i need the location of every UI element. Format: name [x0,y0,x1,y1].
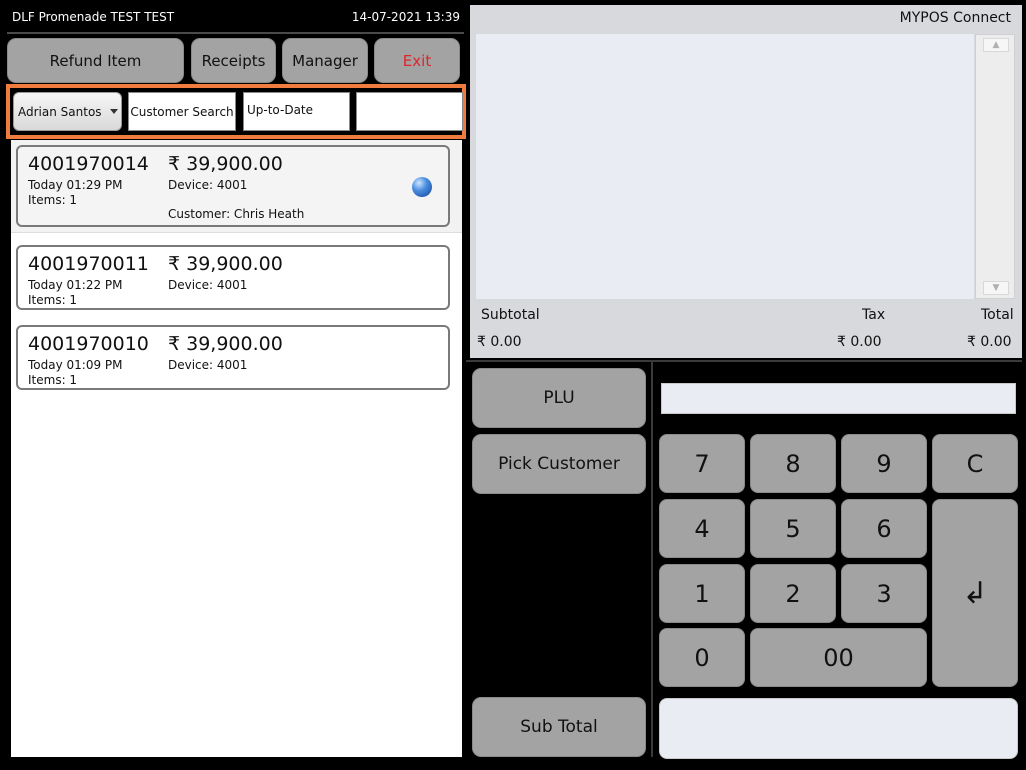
key-5[interactable]: 5 [750,499,836,558]
receipt-card[interactable]: 4001970010 ₹ 39,900.00 Today 01:09 PM It… [16,325,450,390]
receipt-items: Items: 1 [28,293,78,307]
receipt-card[interactable]: 4001970011 ₹ 39,900.00 Today 01:22 PM It… [16,245,450,310]
scrollbar[interactable]: ▲ ▼ [975,34,1015,299]
employee-dropdown[interactable]: Adrian Santos [13,92,122,131]
chevron-down-icon [109,109,118,114]
key-7[interactable]: 7 [659,434,745,493]
key-clear[interactable]: C [932,434,1018,493]
exit-button[interactable]: Exit [374,38,460,83]
receipt-device: Device: 4001 [168,178,248,192]
receipt-lines [476,34,974,299]
filter-input[interactable] [356,92,463,131]
receipt-time: Today 01:29 PM [28,178,123,192]
key-3[interactable]: 3 [841,564,927,623]
total-value: ₹ 0.00 [967,334,1012,350]
key-8[interactable]: 8 [750,434,836,493]
key-00[interactable]: 00 [750,628,927,687]
receipt-list: 4001970014 ₹ 39,900.00 Today 01:29 PM It… [11,140,462,757]
datetime: 14-07-2021 13:39 [351,10,460,24]
receipt-number: 4001970014 [28,153,149,175]
blue-dot-icon [412,177,432,197]
manager-button[interactable]: Manager [282,38,368,83]
receipt-items: Items: 1 [28,373,78,387]
arrow-up-icon[interactable]: ▲ [983,38,1009,52]
divider [466,360,1022,362]
receipt-amount: ₹ 39,900.00 [168,333,283,355]
store-name: DLF Promenade TEST TEST [12,10,175,24]
arrow-down-icon[interactable]: ▼ [983,281,1009,295]
receipt-panel: MYPOS Connect ▲ ▼ Subtotal Tax Total ₹ 0… [470,5,1022,358]
pos-app: DLF Promenade TEST TEST 14-07-2021 13:39… [0,0,1026,770]
customer-search-input[interactable]: Customer Search [128,92,236,131]
pick-customer-button[interactable]: Pick Customer [472,434,646,494]
key-2[interactable]: 2 [750,564,836,623]
receipt-card[interactable]: 4001970014 ₹ 39,900.00 Today 01:29 PM It… [16,145,450,227]
total-label: Total [981,307,1014,323]
list-item-selected: 4001970014 ₹ 39,900.00 Today 01:29 PM It… [11,140,462,233]
receipts-button[interactable]: Receipts [191,38,276,83]
enter-button[interactable]: ↲ [932,499,1018,687]
key-9[interactable]: 9 [841,434,927,493]
receipt-number: 4001970010 [28,333,149,355]
brand-label: MYPOS Connect [899,10,1011,26]
receipt-device: Device: 4001 [168,358,248,372]
subtotal-label: Subtotal [481,307,540,323]
divider [651,362,653,757]
receipt-amount: ₹ 39,900.00 [168,153,283,175]
tax-label: Tax [862,307,886,323]
key-4[interactable]: 4 [659,499,745,558]
divider [7,32,464,34]
enter-icon: ↲ [962,575,988,611]
receipt-device: Device: 4001 [168,278,248,292]
key-0[interactable]: 0 [659,628,745,687]
up-to-date-field[interactable]: Up-to-Date [243,92,350,131]
receipt-time: Today 01:09 PM [28,358,123,372]
receipt-amount: ₹ 39,900.00 [168,253,283,275]
filter-bar: Adrian Santos Customer Search Up-to-Date [6,84,466,139]
key-1[interactable]: 1 [659,564,745,623]
key-6[interactable]: 6 [841,499,927,558]
tax-value: ₹ 0.00 [837,334,882,350]
receipt-items: Items: 1 [28,193,78,207]
sub-total-button[interactable]: Sub Total [472,697,646,757]
message-display [659,698,1018,759]
plu-button[interactable]: PLU [472,368,646,428]
receipt-number: 4001970011 [28,253,149,275]
amount-display[interactable] [661,383,1016,414]
receipt-time: Today 01:22 PM [28,278,123,292]
employee-name: Adrian Santos [18,104,102,119]
receipt-customer: Customer: Chris Heath [168,207,305,221]
title-bar: DLF Promenade TEST TEST 14-07-2021 13:39 [5,5,466,34]
refund-item-button[interactable]: Refund Item [7,38,184,83]
left-panel: DLF Promenade TEST TEST 14-07-2021 13:39… [5,5,466,757]
subtotal-value: ₹ 0.00 [477,334,522,350]
